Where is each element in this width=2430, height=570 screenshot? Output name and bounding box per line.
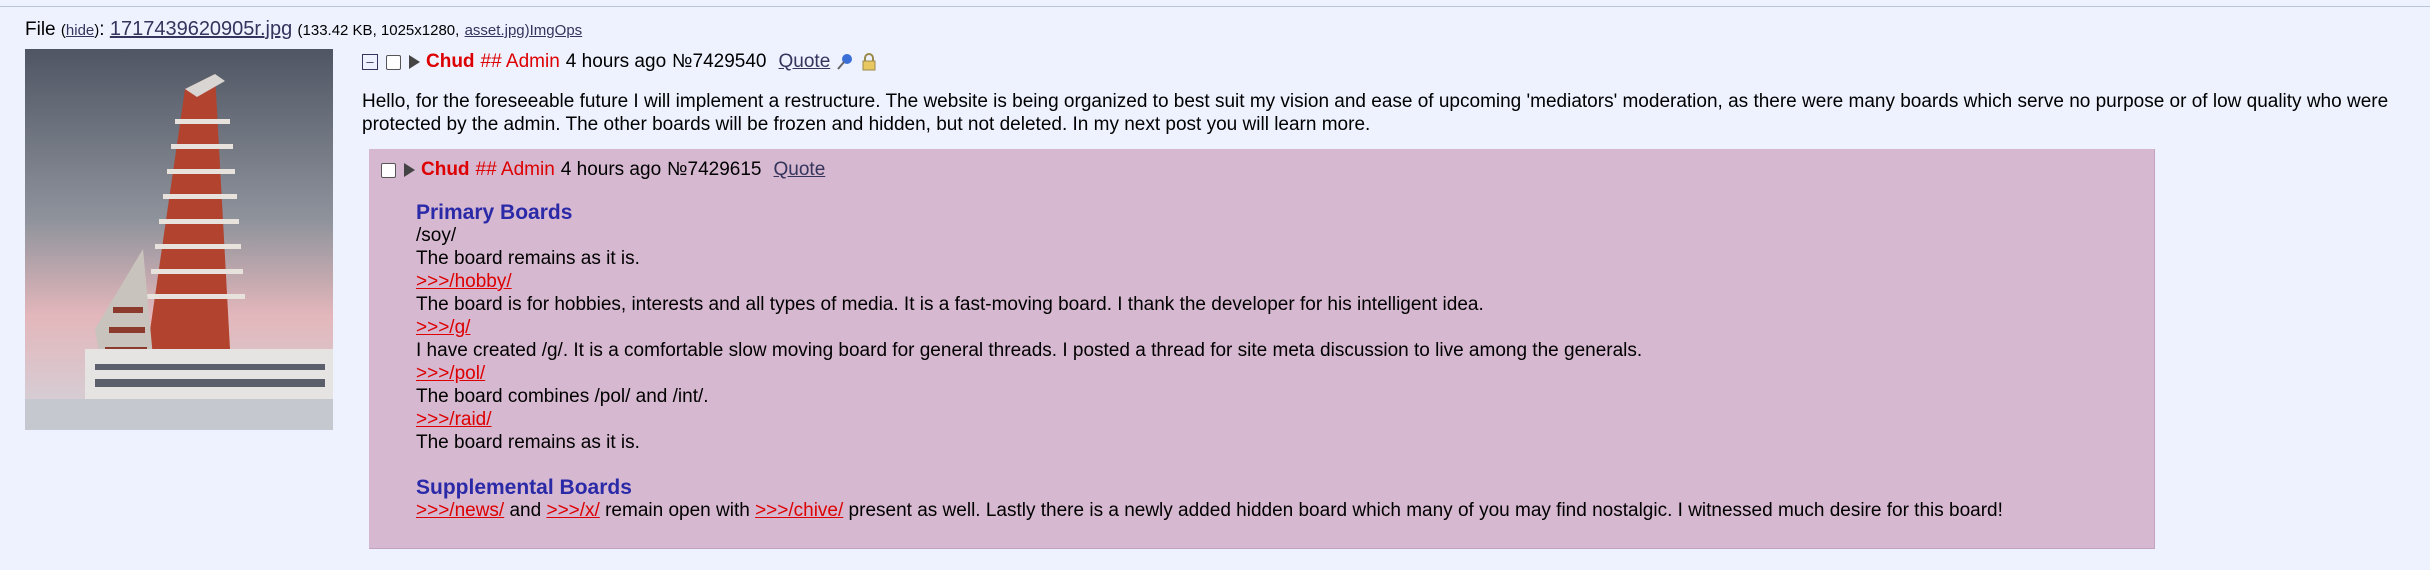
asset-link[interactable]: asset.jpg) bbox=[465, 22, 530, 39]
file-meta: (133.42 KB, 1025x1280, bbox=[297, 22, 460, 39]
hobby-board-link[interactable]: >>>/hobby/ bbox=[416, 271, 512, 292]
g-board-description: I have created /g/. It is a comfortable … bbox=[416, 340, 1643, 361]
post-menu-arrow-icon[interactable] bbox=[409, 55, 420, 69]
supplemental-boards-text: >>>/news/ and >>>/x/ remain open with >>… bbox=[416, 500, 2003, 521]
soy-board-name: /soy/ bbox=[416, 225, 457, 246]
lock-icon bbox=[860, 53, 878, 71]
soy-board-description: The board remains as it is. bbox=[416, 248, 640, 269]
op-message: Hello, for the foreseeable future I will… bbox=[362, 91, 2389, 135]
hide-image-link[interactable]: hide bbox=[66, 22, 94, 39]
hide-thread-button[interactable]: – bbox=[362, 54, 378, 70]
chive-board-link[interactable]: >>>/chive/ bbox=[755, 500, 843, 521]
reply-menu-arrow-icon[interactable] bbox=[404, 163, 415, 177]
file-info: File (hide): 1717439620905r.jpg (133.42 … bbox=[25, 18, 583, 40]
x-board-link[interactable]: >>>/x/ bbox=[546, 500, 599, 521]
hobby-board-description: The board is for hobbies, interests and … bbox=[416, 294, 1484, 315]
g-board-link[interactable]: >>>/g/ bbox=[416, 317, 470, 338]
reply-post-header: Chud ## Admin 4 hours ago №7429615 Quote bbox=[381, 159, 825, 181]
reply-poster-name: Chud bbox=[421, 159, 470, 180]
reply-select-checkbox[interactable] bbox=[381, 162, 396, 178]
building-illustration bbox=[25, 49, 333, 430]
op-poster-name: Chud bbox=[426, 51, 475, 72]
pol-board-description: The board combines /pol/ and /int/. bbox=[416, 386, 709, 407]
raid-board-description: The board remains as it is. bbox=[416, 432, 640, 453]
file-label: File bbox=[25, 19, 56, 40]
top-divider bbox=[0, 6, 2430, 7]
file-name-link[interactable]: 1717439620905r.jpg bbox=[110, 18, 292, 40]
reply-capcode: ## Admin bbox=[475, 159, 555, 180]
op-capcode: ## Admin bbox=[480, 51, 560, 72]
reply-message: Primary Boards /soy/ The board remains a… bbox=[416, 201, 2136, 522]
op-date: 4 hours ago bbox=[565, 51, 667, 72]
post-image-thumbnail[interactable] bbox=[25, 49, 333, 430]
reply-quote-link[interactable]: Quote bbox=[774, 159, 826, 181]
op-select-checkbox[interactable] bbox=[386, 54, 401, 70]
raid-board-link[interactable]: >>>/raid/ bbox=[416, 409, 492, 430]
reply-post: Chud ## Admin 4 hours ago №7429615 Quote… bbox=[369, 149, 2155, 549]
reply-post-number[interactable]: №7429615 bbox=[667, 159, 761, 181]
reply-date: 4 hours ago bbox=[560, 159, 662, 180]
news-board-link[interactable]: >>>/news/ bbox=[416, 500, 504, 521]
imgops-link[interactable]: ImgOps bbox=[530, 22, 583, 39]
supplemental-boards-heading: Supplemental Boards bbox=[416, 476, 632, 499]
op-post-number[interactable]: №7429540 bbox=[672, 51, 766, 73]
primary-boards-heading: Primary Boards bbox=[416, 201, 573, 224]
op-post-header: – Chud ## Admin 4 hours ago №7429540 Quo… bbox=[362, 51, 878, 73]
op-quote-link[interactable]: Quote bbox=[779, 51, 831, 73]
pin-icon bbox=[836, 53, 854, 71]
pol-board-link[interactable]: >>>/pol/ bbox=[416, 363, 485, 384]
